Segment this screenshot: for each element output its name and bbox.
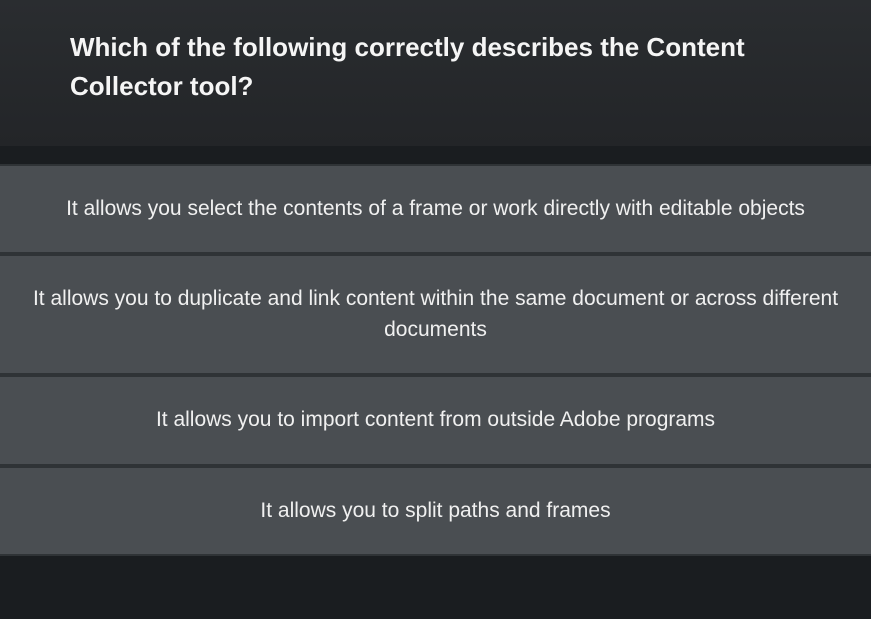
- answer-option-3[interactable]: It allows you to import content from out…: [0, 375, 871, 465]
- answer-text: It allows you select the contents of a f…: [66, 194, 805, 224]
- question-text: Which of the following correctly describ…: [70, 28, 811, 106]
- answer-option-1[interactable]: It allows you select the contents of a f…: [0, 164, 871, 254]
- answer-text: It allows you to import content from out…: [156, 405, 715, 435]
- answer-text: It allows you to split paths and frames: [260, 496, 610, 526]
- answer-option-2[interactable]: It allows you to duplicate and link cont…: [0, 254, 871, 375]
- answer-option-4[interactable]: It allows you to split paths and frames: [0, 466, 871, 556]
- question-panel: Which of the following correctly describ…: [0, 0, 871, 146]
- answer-text: It allows you to duplicate and link cont…: [30, 284, 841, 345]
- answers-list: It allows you select the contents of a f…: [0, 164, 871, 556]
